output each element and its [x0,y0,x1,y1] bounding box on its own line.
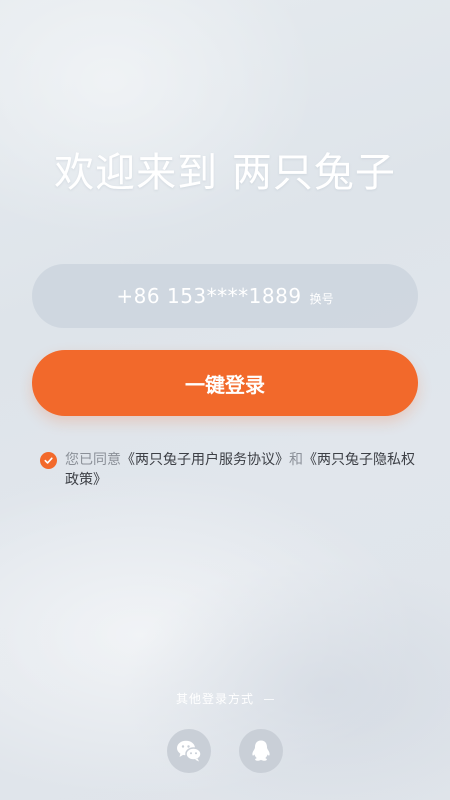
switch-account-link[interactable]: 换号 [310,290,334,307]
terms-of-service-link[interactable]: 《两只兔子用户服务协议》 [121,452,289,468]
background-swirl [0,0,320,240]
agreement: 您已同意《两只兔子用户服务协议》和《两只兔子隐私权政策》 [40,450,420,490]
login-screen: 欢迎来到 两只兔子 +86 153****1889 换号 一键登录 您已同意《两… [0,0,450,800]
qq-icon [252,740,270,761]
phone-number-field[interactable]: +86 153****1889 换号 [32,264,418,328]
wechat-login-button[interactable] [167,729,211,773]
agreement-prefix: 您已同意 [65,452,121,468]
divider [264,699,274,700]
other-login-title: 其他登录方式 [0,690,450,707]
agreement-conjunction: 和 [289,452,303,468]
checkmark-icon [44,457,53,464]
phone-number: +86 153****1889 [116,284,302,308]
other-login-label: 其他登录方式 [175,692,254,706]
qq-login-button[interactable] [239,729,283,773]
wechat-icon [177,740,202,762]
background-swirl [120,560,450,800]
agreement-text: 您已同意《两只兔子用户服务协议》和《两只兔子隐私权政策》 [65,450,420,490]
agreement-checkbox[interactable] [40,452,57,469]
welcome-title: 欢迎来到 两只兔子 [54,150,396,196]
one-click-login-button[interactable]: 一键登录 [32,350,418,416]
